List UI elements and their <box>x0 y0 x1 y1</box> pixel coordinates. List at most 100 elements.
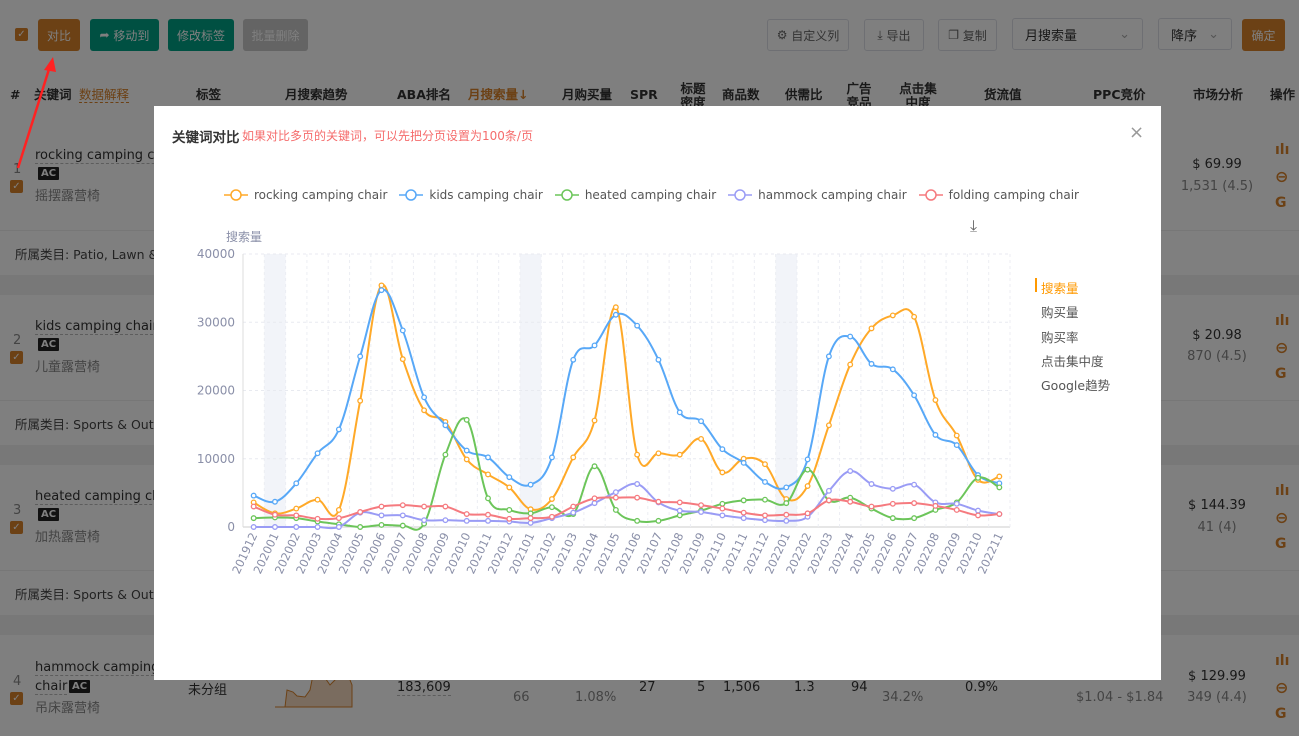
data-point <box>996 473 1003 480</box>
data-point <box>996 511 1003 517</box>
legend-item[interactable]: rocking camping chair <box>224 188 387 202</box>
metric-tab-purchase-rate[interactable]: 购买率 <box>1041 327 1079 346</box>
data-point <box>591 500 598 507</box>
y-tick-label: 20000 <box>197 384 235 398</box>
save-image-icon[interactable]: ⤓ <box>970 216 977 236</box>
data-point <box>719 500 726 507</box>
metric-tab-purchases[interactable]: 购买量 <box>1041 302 1079 321</box>
data-point <box>825 422 832 429</box>
data-point <box>889 485 896 492</box>
data-point <box>548 513 555 520</box>
data-point <box>847 361 854 368</box>
metric-tab-google-trend[interactable]: Google趋势 <box>1041 375 1110 394</box>
legend-marker-icon <box>399 189 424 201</box>
data-point <box>399 327 406 334</box>
data-point <box>250 503 257 510</box>
data-point <box>676 451 683 458</box>
data-point <box>570 503 577 510</box>
data-point <box>527 519 534 526</box>
search-volume-chart: 0100002000030000400002019122020012020022… <box>197 247 1011 576</box>
legend-item[interactable]: folding camping chair <box>918 188 1079 202</box>
data-point <box>421 503 428 510</box>
metric-tab-click-concentration[interactable]: 点击集中度 <box>1041 351 1104 370</box>
data-point <box>293 505 300 512</box>
data-point <box>335 515 342 522</box>
data-point <box>719 505 726 512</box>
data-point <box>911 481 918 488</box>
data-point <box>953 506 960 513</box>
data-point <box>463 517 470 524</box>
legend-label: folding camping chair <box>948 188 1079 202</box>
y-tick-label: 10000 <box>197 452 235 466</box>
data-point <box>421 517 428 524</box>
data-point <box>591 463 598 470</box>
data-point <box>825 487 832 494</box>
y-tick-label: 30000 <box>197 315 235 329</box>
data-point <box>357 397 364 404</box>
data-point <box>762 479 768 485</box>
data-point <box>889 515 896 522</box>
data-point <box>421 407 428 414</box>
data-point <box>485 454 491 461</box>
data-point <box>975 474 981 481</box>
legend-label: hammock camping chair <box>758 188 907 202</box>
dialog-hint: 如果对比多页的关键词，可以先把分页设置为100条/页 <box>242 129 533 143</box>
data-point <box>570 356 577 363</box>
data-point <box>825 497 832 504</box>
data-point <box>783 500 790 507</box>
data-point <box>378 282 385 289</box>
data-point <box>911 515 918 522</box>
data-point <box>357 353 364 360</box>
data-point <box>634 481 641 487</box>
active-indicator <box>1035 278 1037 292</box>
data-point <box>293 524 300 530</box>
legend-label: kids camping chair <box>429 188 543 202</box>
data-point <box>463 511 470 517</box>
data-point <box>612 311 619 318</box>
data-point <box>314 515 321 522</box>
data-point <box>506 474 513 481</box>
data-point <box>655 517 662 524</box>
data-point <box>740 459 747 466</box>
data-point <box>378 503 385 510</box>
data-point <box>996 484 1003 491</box>
data-point <box>250 492 257 499</box>
data-point <box>357 509 364 515</box>
legend-item[interactable]: kids camping chair <box>399 188 543 202</box>
data-point <box>740 509 747 516</box>
data-point <box>783 511 790 518</box>
data-point <box>719 446 726 453</box>
data-point <box>825 353 832 360</box>
data-point <box>527 510 534 517</box>
data-point <box>698 502 705 509</box>
legend-marker-icon <box>554 189 579 201</box>
data-point <box>804 483 811 489</box>
data-point <box>399 356 406 363</box>
legend-item[interactable]: heated camping chair <box>554 188 716 202</box>
data-point <box>591 342 598 349</box>
data-point <box>911 500 918 507</box>
y-tick-label: 0 <box>227 520 235 534</box>
data-point <box>357 524 364 530</box>
data-point <box>634 451 641 458</box>
data-point <box>762 496 768 503</box>
data-point <box>506 484 513 491</box>
keyword-compare-dialog: 关键词对比 如果对比多页的关键词，可以先把分页设置为100条/页 × rocki… <box>154 106 1161 680</box>
legend-item[interactable]: hammock camping chair <box>728 188 907 202</box>
legend-marker-icon <box>918 189 943 201</box>
data-point <box>911 313 918 320</box>
legend-marker-icon <box>728 189 753 201</box>
data-point <box>783 484 790 491</box>
data-point <box>570 509 577 516</box>
dialog-title: 关键词对比 <box>172 130 240 146</box>
close-icon[interactable]: × <box>1129 122 1144 143</box>
y-tick-label: 40000 <box>197 247 235 261</box>
data-point <box>868 360 875 367</box>
metric-tab-search[interactable]: 搜索量 <box>1041 278 1079 297</box>
data-point <box>463 416 470 423</box>
data-point <box>932 397 939 404</box>
legend-marker-icon <box>224 189 248 201</box>
data-point <box>847 333 854 340</box>
data-point <box>634 322 641 329</box>
data-point <box>804 456 811 463</box>
